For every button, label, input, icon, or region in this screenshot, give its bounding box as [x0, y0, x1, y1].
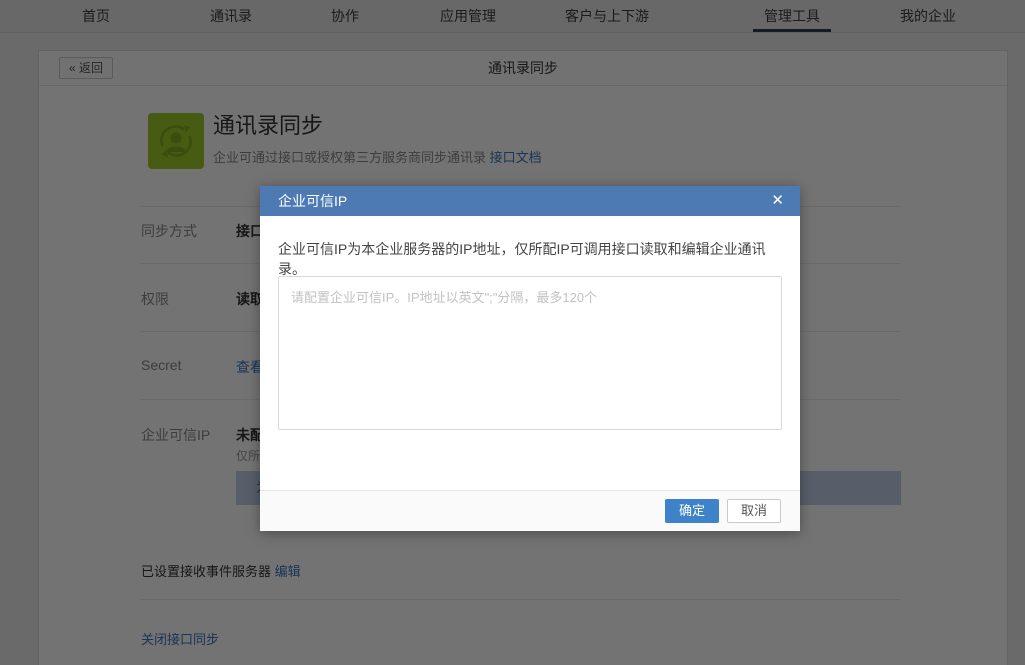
dialog-footer: 确定 取消: [260, 490, 800, 531]
trusted-ip-input[interactable]: [278, 276, 782, 430]
dialog-description: 企业可信IP为本企业服务器的IP地址，仅所配IP可调用接口读取和编辑企业通讯录。: [278, 239, 782, 279]
dialog-header: 企业可信IP ✕: [260, 186, 800, 216]
close-icon[interactable]: ✕: [767, 186, 788, 216]
cancel-button[interactable]: 取消: [727, 499, 781, 523]
confirm-button[interactable]: 确定: [665, 499, 719, 523]
screen: 首页 通讯录 协作 应用管理 客户与上下游 管理工具 我的企业 通讯录同步 « …: [0, 0, 1025, 665]
trusted-ip-dialog: 企业可信IP ✕ 企业可信IP为本企业服务器的IP地址，仅所配IP可调用接口读取…: [260, 186, 800, 531]
dialog-title: 企业可信IP: [278, 186, 347, 216]
